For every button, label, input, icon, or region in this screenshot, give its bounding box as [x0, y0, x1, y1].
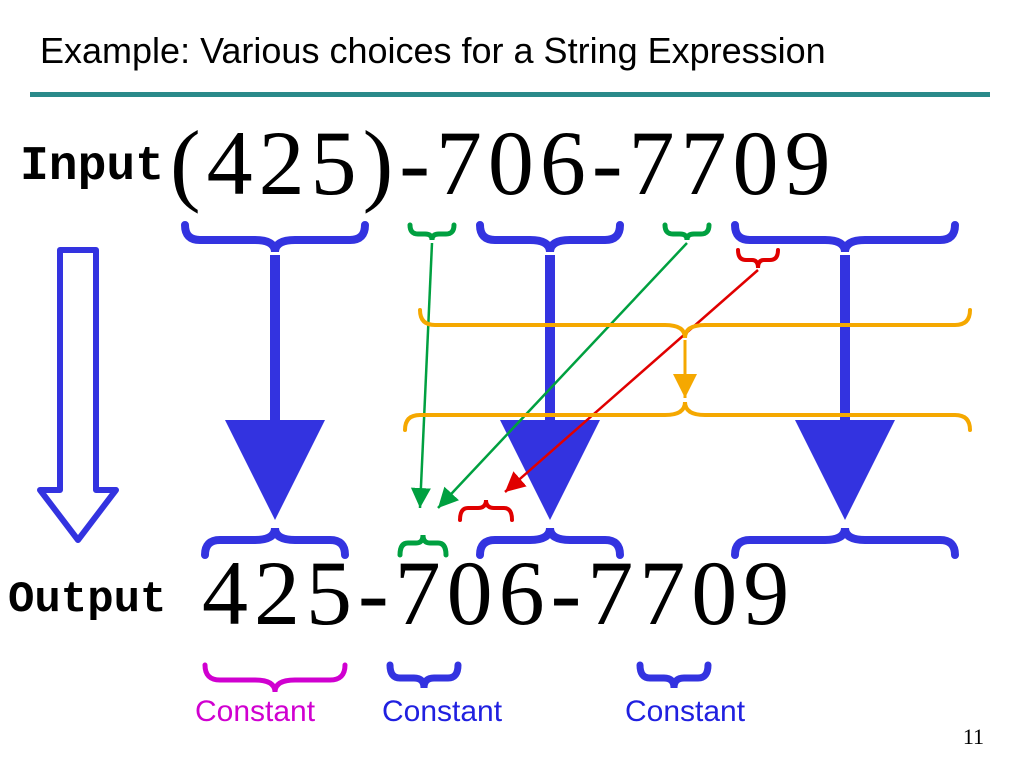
- constant-label-magenta: Constant: [195, 695, 315, 729]
- title-underline: [30, 92, 990, 97]
- output-string: 425-706-7709: [202, 540, 795, 646]
- constant-label-blue-2: Constant: [625, 695, 745, 729]
- output-label: Output: [8, 575, 166, 625]
- big-hollow-arrow: [40, 250, 116, 540]
- slide-title: Example: Various choices for a String Ex…: [40, 30, 984, 72]
- constant-label-blue-1: Constant: [382, 695, 502, 729]
- input-label: Input: [20, 140, 164, 194]
- input-string: (425)-706-7709: [170, 110, 837, 216]
- page-number: 11: [963, 724, 984, 750]
